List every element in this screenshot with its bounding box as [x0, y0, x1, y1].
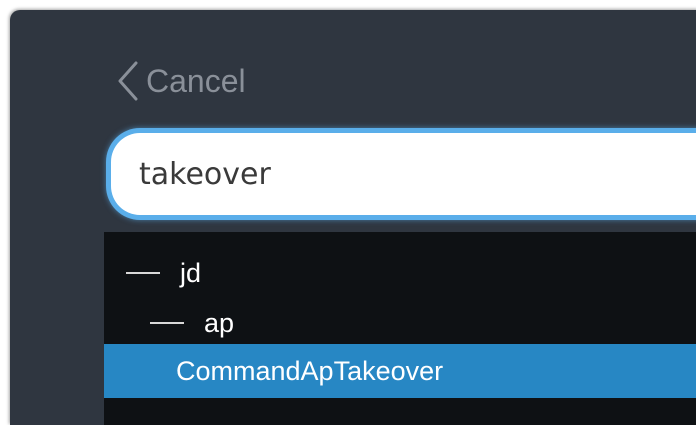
dialog-panel: Cancel jd ap CommandApTakeover [10, 10, 696, 425]
search-input[interactable] [139, 151, 696, 197]
search-results-tree: jd ap CommandApTakeover [104, 232, 696, 425]
tree-item-jd[interactable]: jd [104, 246, 696, 300]
tree-item-label: jd [180, 257, 202, 288]
tree-item-label: ap [204, 307, 235, 338]
tree-item-command-ap-takeover[interactable]: CommandApTakeover [104, 344, 696, 398]
tree-item-ap[interactable]: ap [104, 296, 696, 350]
tree-branch-line [126, 272, 160, 274]
cancel-button[interactable]: Cancel [114, 56, 246, 106]
chevron-left-icon [118, 61, 138, 101]
tree-branch-line [150, 322, 184, 324]
cancel-label: Cancel [146, 62, 246, 99]
search-box[interactable] [106, 128, 696, 220]
tree-item-label: CommandApTakeover [176, 355, 444, 386]
